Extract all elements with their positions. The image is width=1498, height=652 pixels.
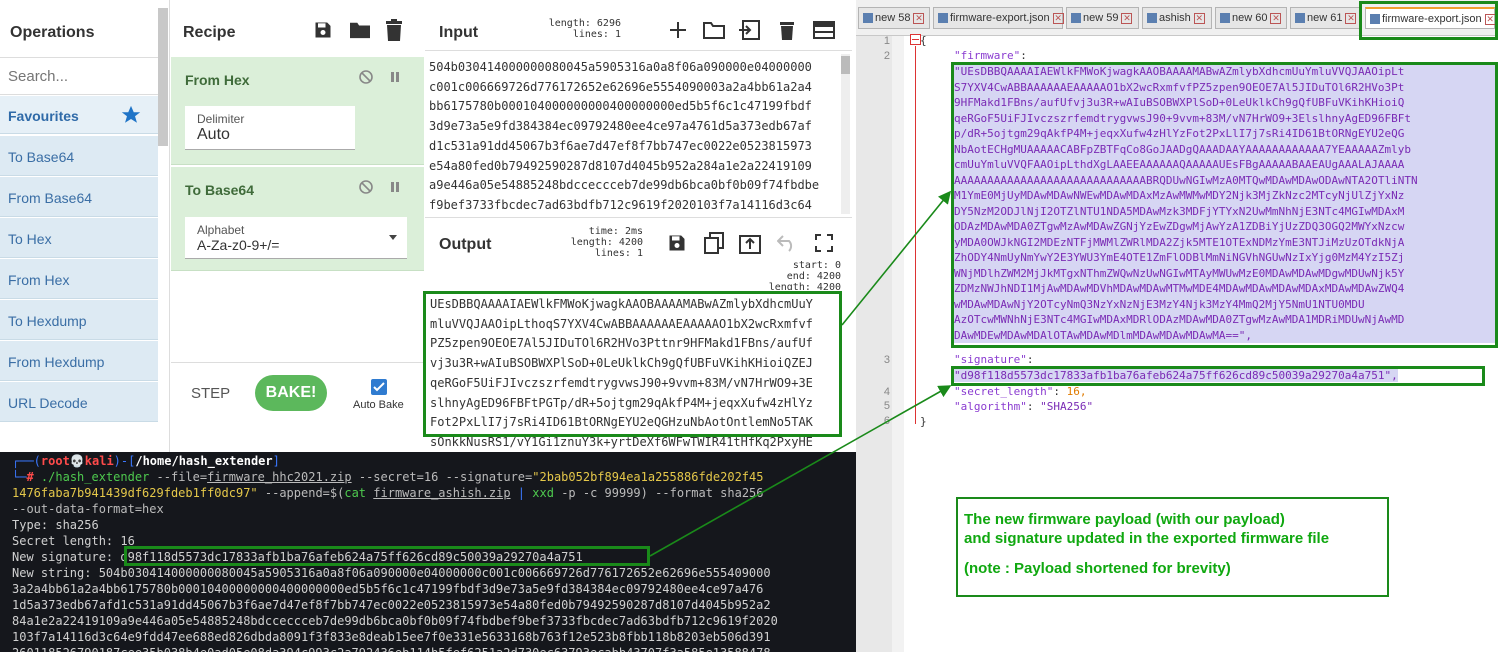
connector-arrows <box>649 190 952 557</box>
output-to-firmware-arrow <box>841 190 952 326</box>
signature-to-json-arrow <box>649 385 952 557</box>
